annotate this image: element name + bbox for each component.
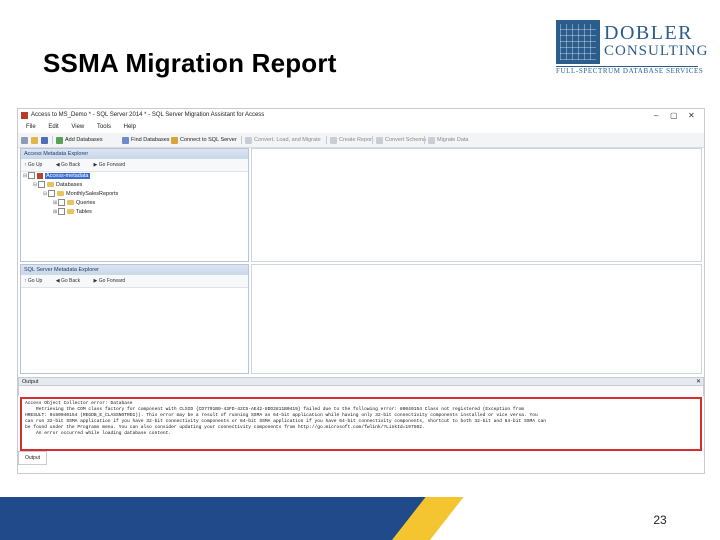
access-tree: ⊟ Access-metadata ⊟ Databases ⊟ MonthlySale… — [21, 172, 248, 217]
migrate-data-button[interactable]: Migrate Data — [428, 133, 469, 147]
go-forward-button[interactable]: ▶ Go Forward — [94, 162, 132, 168]
report-icon — [330, 136, 337, 144]
checkbox[interactable] — [58, 208, 65, 216]
right-pane-bottom — [251, 264, 702, 374]
sql-panel-nav: ↑ Go Up ◀ Go Back ▶ Go Forward — [21, 275, 248, 288]
migrate-data-icon — [428, 136, 435, 144]
folder-icon — [67, 209, 74, 215]
find-database-icon — [122, 136, 129, 144]
logo-mark-icon — [556, 20, 600, 64]
tree-item-queries[interactable]: ⊞ Queries — [21, 199, 248, 208]
add-databases-button[interactable]: Add Databases — [56, 133, 103, 147]
open-project-button[interactable] — [31, 133, 40, 147]
menu-edit[interactable]: Edit — [48, 124, 58, 130]
dobler-consulting-logo: DOBLER CONSULTING FULL-SPECTRUM DATABASE… — [556, 20, 707, 76]
find-databases-button[interactable]: Find Databases — [122, 133, 170, 147]
migrate-icon — [245, 136, 252, 144]
menu-bar: File Edit View Tools Help — [18, 122, 704, 133]
output-panel: Output ✕ Access Object Collector error: … — [18, 377, 704, 457]
output-panel-header: Output ✕ — [18, 377, 704, 386]
output-line: An error occurred while loading database… — [25, 431, 172, 436]
output-toolbar — [18, 386, 704, 396]
maximize-button[interactable]: ▢ — [670, 109, 678, 122]
tree-item-databases[interactable]: ⊟ Databases — [21, 181, 248, 190]
folder-icon — [67, 200, 74, 206]
tree-item-monthly-sales-reports[interactable]: ⊟ MonthlySalesReports — [21, 190, 248, 199]
menu-file[interactable]: File — [26, 124, 36, 130]
app-icon — [21, 112, 28, 119]
logo-sub: CONSULTING — [604, 43, 709, 59]
window-titlebar: Access to MS_Demo * - SQL Server 2014 * … — [18, 109, 704, 122]
output-title: Output — [22, 379, 39, 385]
go-back-button[interactable]: ◀ Go Back — [56, 162, 86, 168]
add-database-icon — [56, 136, 63, 144]
database-icon — [57, 191, 64, 197]
checkbox[interactable] — [58, 199, 65, 207]
slide-title: SSMA Migration Report — [43, 48, 337, 78]
new-project-icon — [21, 136, 28, 144]
sql-server-metadata-explorer: SQL Server Metadata Explorer ↑ Go Up ◀ G… — [20, 264, 249, 374]
ssma-window: Access to MS_Demo * - SQL Server 2014 * … — [17, 108, 705, 474]
tree-item-tables[interactable]: ⊞ Tables — [21, 208, 248, 217]
window-title: Access to MS_Demo * - SQL Server 2014 * … — [31, 112, 265, 118]
footer-band — [0, 497, 720, 540]
go-up-button[interactable]: ↑ Go Up — [24, 278, 48, 284]
menu-view[interactable]: View — [71, 124, 84, 130]
save-icon — [41, 136, 48, 144]
menu-help[interactable]: Help — [124, 124, 136, 130]
page-number: 23 — [653, 513, 667, 527]
minimize-button[interactable]: – — [654, 109, 658, 122]
connect-sql-server-button[interactable]: Connect to SQL Server — [171, 133, 237, 147]
close-button[interactable]: ✕ — [688, 109, 695, 122]
sql-panel-title: SQL Server Metadata Explorer — [21, 265, 248, 275]
tree-item-access-metadata[interactable]: ⊟ Access-metadata — [21, 172, 248, 181]
access-panel-nav: ↑ Go Up ◀ Go Back ▶ Go Forward — [21, 159, 248, 172]
access-icon — [37, 172, 43, 179]
access-panel-title: Access Metadata Explorer — [21, 149, 248, 159]
logo-tagline: FULL-SPECTRUM DATABASE SERVICES — [556, 67, 704, 75]
create-report-button[interactable]: Create Report — [330, 133, 374, 147]
open-folder-icon — [31, 136, 38, 144]
right-pane-top — [251, 148, 702, 262]
connect-icon — [171, 136, 178, 144]
go-back-button[interactable]: ◀ Go Back — [56, 278, 86, 284]
access-metadata-explorer: Access Metadata Explorer ↑ Go Up ◀ Go Ba… — [20, 148, 249, 262]
convert-schema-icon — [376, 136, 383, 144]
checkbox[interactable] — [28, 172, 35, 180]
convert-schema-button[interactable]: Convert Schema — [376, 133, 426, 147]
folder-icon — [47, 182, 54, 188]
menu-tools[interactable]: Tools — [97, 124, 111, 130]
save-project-button[interactable] — [41, 133, 50, 147]
close-output-icon[interactable]: ✕ — [696, 378, 701, 387]
go-up-button[interactable]: ↑ Go Up — [24, 162, 48, 168]
logo-name: DOBLER — [604, 22, 693, 44]
convert-load-migrate-button[interactable]: Convert, Load, and Migrate — [245, 133, 321, 147]
new-project-button[interactable] — [21, 133, 30, 147]
output-error-log: Access Object Collector error: Database … — [20, 397, 702, 451]
toolbar: Add Databases Find Databases Connect to … — [18, 133, 704, 148]
go-forward-button[interactable]: ▶ Go Forward — [94, 278, 132, 284]
checkbox[interactable] — [38, 181, 45, 189]
checkbox[interactable] — [48, 190, 55, 198]
tab-output[interactable]: Output — [18, 451, 48, 465]
